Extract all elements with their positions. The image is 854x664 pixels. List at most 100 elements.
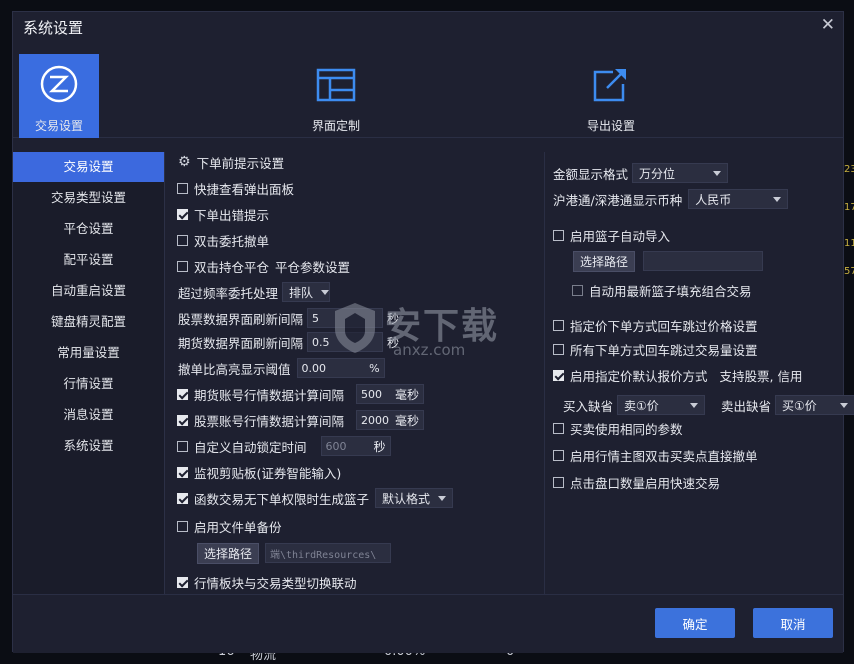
chevron-down-icon — [773, 196, 782, 202]
chevron-down-icon — [840, 402, 849, 408]
fut-calc-input[interactable]: 500 毫秒 — [356, 384, 425, 404]
basket-path-input[interactable] — [643, 251, 763, 271]
sell-default-select[interactable]: 买①价 — [775, 395, 854, 415]
same-params-label: 买卖使用相同的参数 — [570, 421, 683, 437]
click-qty-fast-checkbox[interactable] — [553, 476, 564, 488]
dbl-cancel-checkbox[interactable] — [177, 234, 188, 246]
freq-select-value: 排队 — [289, 285, 314, 300]
func-trade-checkbox[interactable] — [177, 492, 188, 504]
dbl-close-option[interactable]: 双击持仓平仓 平仓参数设置 — [177, 256, 350, 276]
sidebar-item-close-position[interactable]: 平仓设置 — [13, 214, 164, 244]
cancel-ratio-value: 0.00 — [301, 361, 327, 375]
sidebar-item-system[interactable]: 系统设置 — [13, 431, 164, 461]
basket-choose-path-button[interactable]: 选择路径 — [573, 250, 635, 272]
basket-import-checkbox[interactable] — [553, 229, 564, 241]
auto-basket-label: 自动用最新篮子填充组合交易 — [589, 283, 752, 299]
auto-lock-value: 600 — [325, 439, 347, 453]
sidebar-item-trade[interactable]: 交易设置 — [13, 152, 172, 182]
func-trade-select-value: 默认格式 — [382, 491, 431, 506]
fut-calc-checkbox[interactable] — [177, 388, 188, 400]
sidebar-item-common-qty[interactable]: 常用量设置 — [13, 338, 164, 368]
link-row[interactable]: 行情板块与交易类型切换联动 — [177, 572, 357, 592]
content-divider — [544, 152, 545, 594]
sidebar-item-keyboard-wizard[interactable]: 键盘精灵配置 — [13, 307, 164, 337]
close-params-link[interactable]: 平仓参数设置 — [275, 257, 350, 276]
hk-currency-select[interactable]: 人民币 — [688, 189, 789, 209]
basket-path-row: 选择路径 — [573, 250, 763, 272]
default-price-selects: 买入缺省 卖①价 卖出缺省 买①价 — [563, 395, 854, 415]
buy-default-select[interactable]: 卖①价 — [617, 395, 706, 415]
quick-view-option[interactable]: 快捷查看弹出面板 — [177, 178, 294, 198]
dialog-footer: 确定 取消 — [13, 594, 843, 653]
amount-fmt-select[interactable]: 万分位 — [632, 163, 729, 183]
sidebar-item-balance[interactable]: 配平设置 — [13, 245, 164, 275]
gear-icon: ⚙ — [178, 154, 191, 170]
chevron-down-icon — [690, 402, 699, 408]
dbl-close-checkbox[interactable] — [177, 260, 188, 272]
clipboard-row[interactable]: 监视剪贴板(证券智能输入) — [177, 462, 341, 482]
order-error-checkbox[interactable] — [177, 208, 188, 220]
func-trade-select[interactable]: 默认格式 — [375, 488, 454, 508]
clipboard-checkbox[interactable] — [177, 466, 188, 478]
func-trade-label: 函数交易无下单权限时生成篮子 — [194, 491, 370, 507]
dialog-title: 系统设置 — [23, 19, 84, 37]
sidebar-item-trade-type[interactable]: 交易类型设置 — [13, 183, 164, 213]
freq-row: 超过频率委托处理 排队 — [178, 282, 331, 302]
pre-order-header-label: 下单前提示设置 — [196, 155, 285, 171]
toolbar-trade-settings[interactable]: 交易设置 — [19, 54, 99, 138]
freq-select[interactable]: 排队 — [282, 282, 331, 302]
order-error-label: 下单出错提示 — [194, 207, 270, 223]
stk-calc-input[interactable]: 2000 毫秒 — [356, 410, 425, 430]
sidebar-item-message[interactable]: 消息设置 — [13, 400, 164, 430]
toolbar-export[interactable]: 导出设置 — [571, 54, 651, 138]
trade-settings-icon — [40, 65, 78, 103]
toolbar-label: 界面定制 — [311, 119, 360, 133]
toolbar-label: 交易设置 — [34, 119, 83, 133]
hk-currency-row: 沪港通/深港通显示币种 人民币 — [553, 189, 789, 209]
order-error-option[interactable]: 下单出错提示 — [177, 204, 269, 224]
sidebar-item-auto-restart[interactable]: 自动重启设置 — [13, 276, 164, 306]
toolbar-layout-custom[interactable]: 界面定制 — [296, 54, 376, 138]
all-skip-qty-label: 所有下单方式回车跳过交易量设置 — [570, 342, 758, 358]
cancel-ratio-label: 撤单比高亮显示阈值 — [178, 361, 291, 377]
default-price-checkbox[interactable] — [553, 369, 564, 381]
settings-dialog: 系统设置 ✕ 交易设置 界面定制 导出设置 交易设置 交易类型设置 平仓设置 配… — [12, 11, 854, 653]
sidebar-item-market[interactable]: 行情设置 — [13, 369, 164, 399]
link-checkbox[interactable] — [177, 576, 188, 588]
auto-basket-checkbox[interactable] — [572, 284, 583, 296]
auto-lock-row: 自定义自动锁定时间 600 秒 — [177, 436, 391, 456]
file-backup-row[interactable]: 启用文件单备份 — [177, 516, 282, 536]
same-params-row[interactable]: 买卖使用相同的参数 — [553, 418, 683, 438]
hk-currency-value: 人民币 — [695, 192, 732, 207]
all-skip-qty-row[interactable]: 所有下单方式回车跳过交易量设置 — [553, 339, 758, 359]
file-backup-checkbox[interactable] — [177, 520, 188, 532]
pre-order-header: ⚙ 下单前提示设置 — [178, 152, 284, 172]
auto-lock-checkbox[interactable] — [177, 440, 188, 452]
choose-path-button[interactable]: 选择路径 — [197, 542, 259, 564]
basket-import-row[interactable]: 启用篮子自动导入 — [553, 225, 670, 245]
chevron-down-icon — [438, 495, 447, 501]
quick-view-checkbox[interactable] — [177, 182, 188, 194]
limit-skip-price-row[interactable]: 指定价下单方式回车跳过价格设置 — [553, 315, 758, 335]
clipboard-label: 监视剪贴板(证券智能输入) — [194, 465, 342, 481]
same-params-checkbox[interactable] — [553, 422, 564, 434]
cancel-button[interactable]: 取消 — [753, 608, 833, 638]
auto-lock-input[interactable]: 600 秒 — [320, 436, 391, 456]
chevron-down-icon — [713, 170, 722, 176]
click-qty-fast-row[interactable]: 点击盘口数量启用快速交易 — [553, 472, 720, 492]
bg-side-c: 11 — [844, 238, 854, 249]
dbl-cancel-option[interactable]: 双击委托撤单 — [177, 230, 269, 250]
futures-refresh-label: 期货数据界面刷新间隔 — [178, 335, 304, 351]
backup-path-input[interactable]: 端\thirdResources\ — [265, 543, 391, 563]
dbl-click-cancel-checkbox[interactable] — [553, 449, 564, 461]
amount-fmt-label: 金额显示格式 — [553, 166, 629, 182]
ok-button[interactable]: 确定 — [655, 608, 735, 638]
dialog-titlebar: 系统设置 ✕ — [13, 12, 843, 42]
dbl-click-cancel-row[interactable]: 启用行情主图双击买卖点直接撤单 — [553, 445, 758, 465]
dbl-click-cancel-label: 启用行情主图双击买卖点直接撤单 — [570, 448, 758, 464]
layout-custom-icon — [316, 68, 356, 102]
auto-basket-row[interactable]: 自动用最新篮子填充组合交易 — [572, 280, 752, 300]
stk-calc-checkbox[interactable] — [177, 414, 188, 426]
amount-fmt-row: 金额显示格式 万分位 — [553, 163, 729, 183]
close-icon[interactable]: ✕ — [821, 15, 835, 35]
